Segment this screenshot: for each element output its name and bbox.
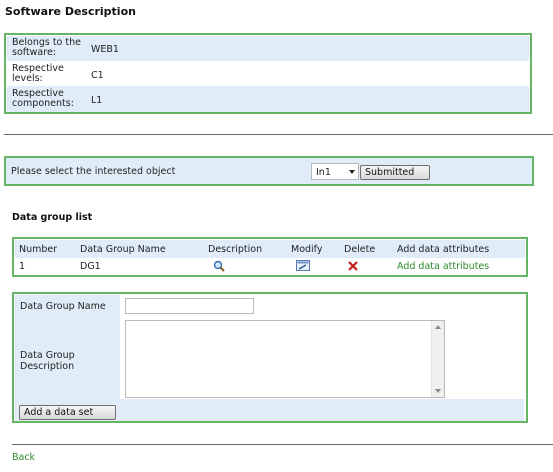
submit-button[interactable]: Submitted xyxy=(360,165,430,180)
data-group-table: Number Data Group Name Description Modif… xyxy=(12,237,528,277)
page: Software Description Belongs to the soft… xyxy=(0,0,553,472)
page-title: Software Description xyxy=(5,5,136,18)
row-number: 1 xyxy=(19,261,26,272)
software-info-panel: Belongs to the software: WEB1 Respective… xyxy=(4,33,532,114)
back-link[interactable]: Back xyxy=(12,452,35,463)
add-data-attributes-link[interactable]: Add data attributes xyxy=(397,261,489,272)
scroll-up-icon[interactable] xyxy=(435,325,441,329)
info-label-components: Respective components: xyxy=(12,88,74,109)
scrollbar[interactable] xyxy=(431,321,444,397)
form-label-cell: Data Group Name xyxy=(15,295,120,317)
info-value-software: WEB1 xyxy=(91,44,119,55)
info-label-levels: Respective levels: xyxy=(12,63,64,84)
data-group-name-label: Data Group Name xyxy=(20,301,106,312)
magnifier-icon[interactable] xyxy=(213,260,225,272)
col-description: Description xyxy=(208,244,263,255)
add-data-set-button[interactable]: Add a data set xyxy=(19,405,116,420)
col-modify: Modify xyxy=(291,244,323,255)
info-row-levels: Respective levels: C1 xyxy=(7,61,529,86)
data-group-list-title: Data group list xyxy=(12,212,93,223)
data-group-form: Data Group Name Data Group Description A… xyxy=(12,292,528,423)
col-number: Number xyxy=(19,244,58,255)
scroll-down-icon[interactable] xyxy=(435,389,441,393)
chevron-down-icon xyxy=(349,170,355,174)
delete-x-icon[interactable] xyxy=(348,261,358,271)
edit-icon[interactable] xyxy=(296,260,310,271)
col-data-group-name: Data Group Name xyxy=(80,244,166,255)
table-header: Number Data Group Name Description Modif… xyxy=(15,240,525,258)
col-add-data-attributes: Add data attributes xyxy=(397,244,490,255)
object-dropdown[interactable]: In1 xyxy=(311,163,359,180)
divider xyxy=(4,134,553,135)
data-group-name-input[interactable] xyxy=(125,298,254,314)
data-group-description-label: Data Group Description xyxy=(20,350,75,372)
row-name: DG1 xyxy=(80,261,101,272)
info-label-software: Belongs to the software: xyxy=(12,37,81,58)
info-row-software: Belongs to the software: WEB1 xyxy=(7,36,529,61)
object-dropdown-value: In1 xyxy=(316,167,331,178)
info-value-components: L1 xyxy=(91,95,103,106)
data-group-description-textarea[interactable] xyxy=(125,320,445,398)
divider xyxy=(12,444,553,445)
info-value-levels: C1 xyxy=(91,70,104,81)
table-row: 1 DG1 Add data attributes xyxy=(15,258,525,274)
info-row-components: Respective components: L1 xyxy=(7,86,529,112)
form-label-cell: Data Group Description xyxy=(15,317,120,399)
object-select-panel: Please select the interested object In1 … xyxy=(4,156,534,186)
col-delete: Delete xyxy=(344,244,376,255)
object-select-prompt: Please select the interested object xyxy=(11,166,176,177)
